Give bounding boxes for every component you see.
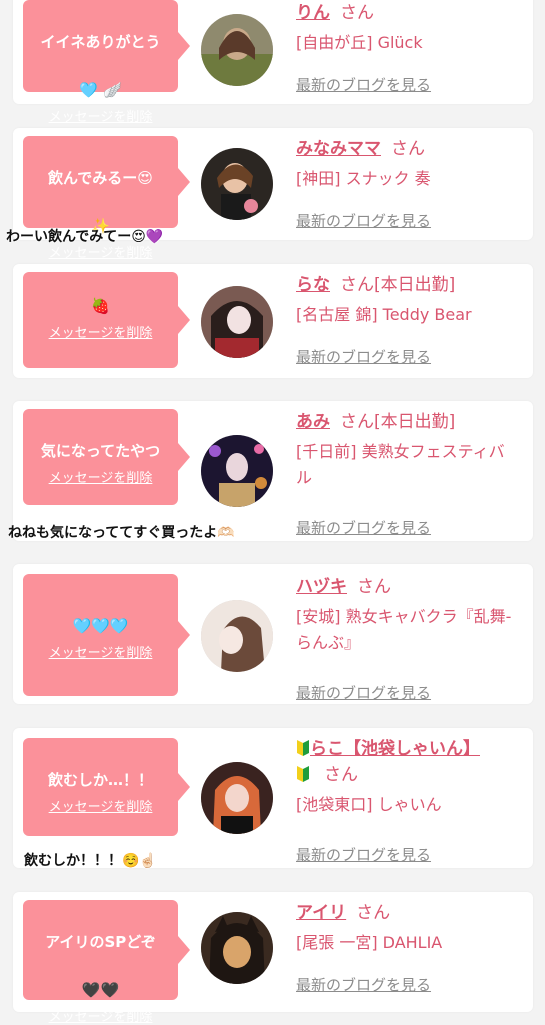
message-emoji: 🖤🖤: [81, 981, 120, 999]
cast-name-link[interactable]: らな: [296, 275, 330, 295]
status-text: [本日出勤]: [374, 412, 456, 432]
message-text: 🩵🩵🩵: [72, 617, 129, 635]
shop-name: [安城] 熟女キャバクラ『乱舞-らんぶ』: [296, 607, 512, 652]
delete-message-link[interactable]: メッセージを削除: [49, 106, 153, 125]
shop-name: [尾張 一宮] DAHLIA: [296, 933, 443, 952]
latest-blog-link[interactable]: 最新のブログを見る: [296, 74, 431, 95]
cast-info: ハヅキ さん [安城] 熟女キャバクラ『乱舞-らんぶ』 最新のブログを見る: [296, 574, 519, 702]
san-label: さん: [324, 765, 358, 785]
message-card: イイネありがとう 🩵 🪽 メッセージを削除 りん さん [自由が丘] Glück …: [13, 0, 533, 125]
avatar-photo: [201, 912, 273, 984]
avatar[interactable]: [201, 912, 273, 984]
reply-comment: ねねも気になっててすぐ買ったよ🫶🏻: [8, 525, 235, 541]
cast-name-link[interactable]: りん: [296, 3, 330, 23]
delete-message-link[interactable]: メッセージを削除: [49, 796, 153, 815]
cast-info: あみ さん[本日出勤] [千日前] 美熟女フェスティバル 最新のブログを見る: [296, 409, 519, 537]
avatar[interactable]: [201, 435, 273, 507]
cast-name-link[interactable]: あみ: [296, 412, 330, 432]
message-emoji: 🩵 🪽: [79, 81, 122, 99]
delete-message-link[interactable]: メッセージを削除: [49, 642, 153, 661]
message-card: 🩵🩵🩵 メッセージを削除 ハヅキ さん [安城] 熟女キャバクラ『乱舞-らんぶ』 …: [13, 564, 533, 704]
message-text: 🍓: [91, 297, 110, 315]
latest-blog-link[interactable]: 最新のブログを見る: [296, 844, 431, 865]
message-bubble: イイネありがとう 🩵 🪽 メッセージを削除: [23, 0, 190, 125]
san-label: さん: [340, 3, 374, 23]
message-bubble: 飲むしか…！！ メッセージを削除: [23, 738, 190, 836]
message-bubble: 🍓 メッセージを削除: [23, 272, 190, 368]
avatar-photo: [201, 148, 273, 220]
latest-blog-link[interactable]: 最新のブログを見る: [296, 517, 431, 538]
beginner-mark-icon: [296, 739, 310, 757]
message-text: 気になってたやつ: [40, 442, 161, 460]
shop-name: [名古屋 錦] Teddy Bear: [296, 305, 472, 324]
avatar[interactable]: [201, 148, 273, 220]
shop-name: [神田] スナック 奏: [296, 169, 431, 188]
san-label: さん: [356, 903, 391, 923]
shop-name: [池袋東口] しゃいん: [296, 795, 442, 814]
avatar[interactable]: [201, 762, 273, 834]
status-text: [本日出勤]: [374, 275, 456, 295]
reply-comment: わーい飲んでみてー😍💜: [6, 229, 164, 245]
message-card: アイリのSPどぞ 🖤🖤 メッセージを削除 アイリ さん [尾張 一宮] DAHLI…: [13, 892, 533, 1025]
avatar-photo: [201, 600, 273, 672]
cast-info: アイリ さん [尾張 一宮] DAHLIA 最新のブログを見る: [296, 900, 519, 994]
avatar[interactable]: [201, 286, 273, 358]
latest-blog-link[interactable]: 最新のブログを見る: [296, 210, 431, 231]
avatar[interactable]: [201, 14, 273, 86]
san-label: さん: [340, 275, 374, 295]
cast-info: らな さん[本日出勤] [名古屋 錦] Teddy Bear 最新のブログを見る: [296, 272, 519, 366]
latest-blog-link[interactable]: 最新のブログを見る: [296, 346, 431, 367]
avatar-photo: [201, 286, 273, 358]
message-card: 🍓 メッセージを削除 らな さん[本日出勤] [名古屋 錦] Teddy Bear…: [13, 264, 533, 378]
message-text: 飲んでみるー😍 ✨: [48, 169, 153, 235]
message-card: 飲んでみるー😍 ✨ メッセージを削除 みなみママ さん [神田] スナック 奏 最…: [13, 128, 533, 261]
cast-info: らこ【池袋しゃいん】 さん [池袋東口] しゃいん 最新のブログを見る: [296, 736, 519, 864]
cast-name-link[interactable]: アイリ: [296, 903, 346, 923]
avatar-photo: [201, 14, 273, 86]
avatar-photo: [201, 435, 273, 507]
message-text: イイネありがとう 🩵 🪽: [40, 33, 161, 99]
san-label: さん: [357, 577, 391, 597]
delete-message-link[interactable]: メッセージを削除: [49, 322, 153, 341]
cast-info: りん さん [自由が丘] Glück 最新のブログを見る: [296, 0, 519, 94]
cast-info: みなみママ さん [神田] スナック 奏 最新のブログを見る: [296, 136, 519, 230]
latest-blog-link[interactable]: 最新のブログを見る: [296, 974, 431, 995]
message-bubble: 気になってたやつ メッセージを削除: [23, 409, 190, 505]
reply-comment: 飲むしか！！！☺️☝🏻: [24, 853, 157, 869]
shop-name: [千日前] 美熟女フェスティバル: [296, 442, 505, 487]
cast-name-link[interactable]: らこ【池袋しゃいん】: [310, 739, 480, 759]
message-text: 飲むしか…！！: [47, 771, 153, 789]
message-card: 飲むしか…！！ メッセージを削除 らこ【池袋しゃいん】 さん [池袋東口] しゃ…: [13, 728, 533, 868]
delete-message-link[interactable]: メッセージを削除: [49, 467, 153, 486]
beginner-mark-icon: [296, 765, 310, 783]
san-label: さん: [340, 412, 374, 432]
message-bubble: アイリのSPどぞ 🖤🖤 メッセージを削除: [23, 900, 190, 1025]
cast-name-link[interactable]: ハヅキ: [296, 577, 347, 597]
avatar[interactable]: [201, 600, 273, 672]
avatar-photo: [201, 762, 273, 834]
message-bubble: 飲んでみるー😍 ✨ メッセージを削除: [23, 136, 190, 261]
cast-name-link[interactable]: みなみママ: [296, 139, 381, 159]
latest-blog-link[interactable]: 最新のブログを見る: [296, 682, 431, 703]
delete-message-link[interactable]: メッセージを削除: [49, 1006, 153, 1025]
message-bubble: 🩵🩵🩵 メッセージを削除: [23, 574, 190, 696]
san-label: さん: [391, 139, 425, 159]
shop-name: [自由が丘] Glück: [296, 33, 423, 52]
message-text: アイリのSPどぞ 🖤🖤: [45, 933, 156, 999]
message-card: 気になってたやつ メッセージを削除 あみ さん[本日出勤] [千日前] 美熟女フェ…: [13, 401, 533, 541]
